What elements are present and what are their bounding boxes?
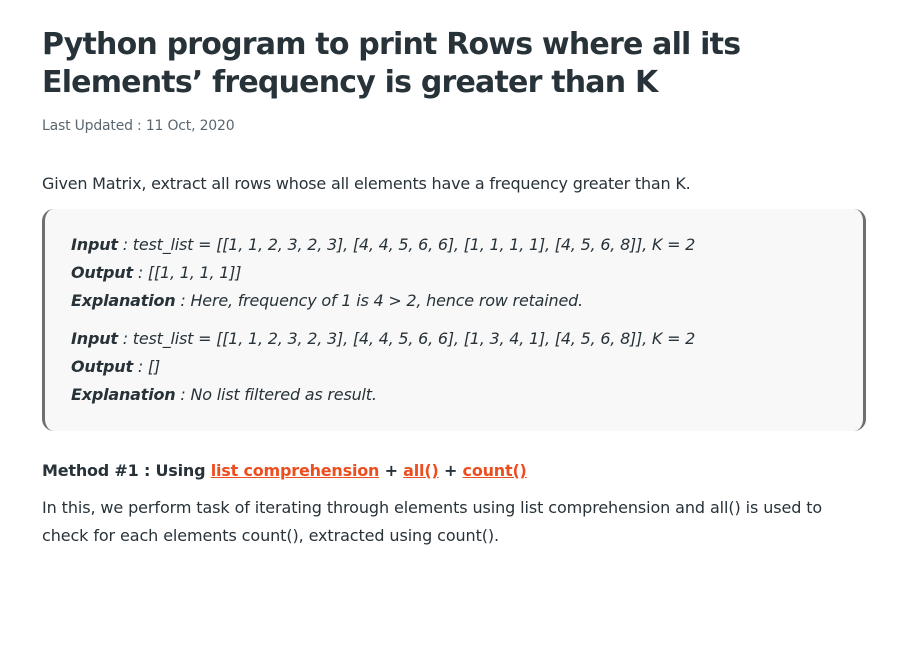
explanation-label: Explanation — [71, 385, 176, 404]
example-2-explanation: Explanation : No list filtered as result… — [71, 381, 837, 409]
list-comprehension-link[interactable]: list comprehension — [211, 461, 380, 480]
example-1-output: Output : [[1, 1, 1, 1]] — [71, 259, 837, 287]
example-spacer — [71, 315, 837, 325]
problem-statement: Given Matrix, extract all rows whose all… — [42, 174, 691, 193]
example-2-input: Input : test_list = [[1, 1, 2, 3, 2, 3],… — [71, 325, 837, 353]
explanation-label: Explanation — [71, 291, 176, 310]
output-label: Output — [71, 263, 133, 282]
input-label: Input — [71, 329, 118, 348]
method-description: In this, we perform task of iterating th… — [42, 498, 823, 545]
example-1-explanation: Explanation : Here, frequency of 1 is 4 … — [71, 287, 837, 315]
examples-box: Input : test_list = [[1, 1, 2, 3, 2, 3],… — [42, 209, 866, 431]
input-value: : test_list = [[1, 1, 2, 3, 2, 3], [4, 4… — [117, 235, 696, 254]
explanation-value: : No list filtered as result. — [175, 385, 377, 404]
input-value: : test_list = [[1, 1, 2, 3, 2, 3], [4, 4… — [117, 329, 696, 348]
output-value: : [[1, 1, 1, 1]] — [132, 263, 242, 282]
all-function-link[interactable]: all() — [403, 461, 439, 480]
example-2-output: Output : [] — [71, 353, 837, 381]
method-separator: + — [438, 461, 463, 480]
article-title: Python program to print Rows where all i… — [42, 27, 741, 100]
last-updated: Last Updated : 11 Oct, 2020 — [42, 118, 235, 134]
method-separator: + — [379, 461, 404, 480]
output-label: Output — [71, 357, 133, 376]
output-value: : [] — [132, 357, 160, 376]
input-label: Input — [71, 235, 118, 254]
article: Python program to print Rows where all i… — [42, 22, 866, 566]
example-1-input: Input : test_list = [[1, 1, 2, 3, 2, 3],… — [71, 231, 837, 259]
explanation-value: : Here, frequency of 1 is 4 > 2, hence r… — [175, 291, 583, 310]
method-heading: Method #1 : Using list comprehension + a… — [42, 461, 866, 480]
method-prefix: Method #1 : Using — [42, 461, 211, 480]
count-function-link[interactable]: count() — [463, 461, 527, 480]
